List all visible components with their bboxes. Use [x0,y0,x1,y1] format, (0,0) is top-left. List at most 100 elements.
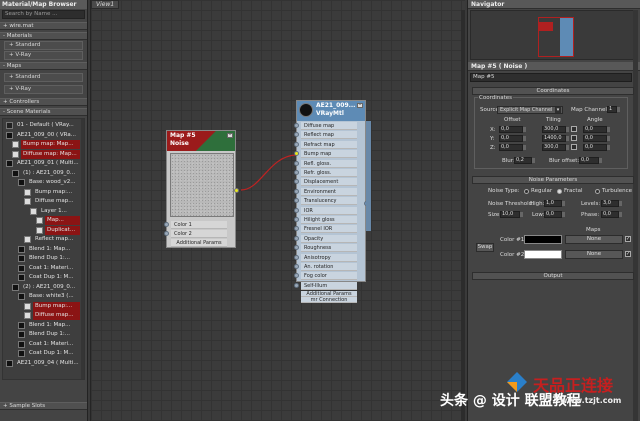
tree-item[interactable]: Bump map:... [3,301,84,312]
noise-color1-socket[interactable] [164,222,169,227]
tree-item[interactable]: 01 - Default ( VRay... [3,121,84,131]
scene-materials-rollout[interactable]: - Scene Materials [0,108,87,116]
tree-item[interactable]: (2) : AE21_009_0... [3,283,84,293]
materials-rollout[interactable]: - Materials [0,32,87,40]
vray-slot[interactable]: Bump map [301,150,357,159]
vray-slot-socket[interactable] [294,188,299,194]
vray-slot-socket[interactable] [294,282,299,288]
vray-slot-socket[interactable] [294,123,299,128]
tree-item[interactable]: Blend Dup 1:... [3,330,84,340]
vray-slot[interactable]: Fog color [301,272,357,281]
tiling-checkbox[interactable] [571,144,577,150]
vray-slot-socket[interactable] [294,160,299,166]
tree-item[interactable]: Coat 1: Materi... [3,264,84,274]
controllers-rollout[interactable]: + Controllers [0,98,87,106]
tree-item[interactable]: Diffuse map... [3,197,84,207]
node-view[interactable]: View1 Map #5 Noise – Color 1 Color 2 Add… [90,0,465,421]
vray-slot-socket[interactable] [294,207,299,213]
vray-slot-socket[interactable] [294,141,299,147]
params-scrollbar[interactable] [633,10,638,421]
materials-standard[interactable]: + Standard [4,41,83,50]
levels-spinner[interactable]: 3,0 [601,200,622,207]
vray-slot[interactable]: Diffuse map [301,122,357,130]
vray-slot[interactable]: An. rotation [301,263,357,271]
tiling-spinner[interactable]: 1400,0 [542,135,569,142]
noise-color2-socket[interactable] [164,231,169,236]
vray-slot[interactable]: Anisotropy [301,253,357,262]
sample-slots-rollout[interactable]: + Sample Slots [0,402,87,410]
color2-map-button[interactable]: None [565,250,623,259]
offset-spinner[interactable]: 0,0 [499,135,526,142]
vray-node-header[interactable]: AE21_009... VRayMtl [297,101,365,121]
vray-slot[interactable]: Refr. gloss. [301,169,357,177]
radio-regular[interactable] [524,189,529,194]
tree-item[interactable]: Duplicat... [3,225,84,236]
noise-additional-params[interactable]: Additional Params [171,239,227,247]
vray-slot-socket[interactable] [294,217,299,222]
blur-spinner[interactable]: 0,2 [514,157,535,164]
tree-item[interactable]: Blend Dup 1:... [3,254,84,264]
vray-material-node[interactable]: AE21_009... VRayMtl – Diffuse map Reflect… [294,100,371,304]
tree-item[interactable]: Coat Dup 1: M... [3,349,84,359]
wire-mat-rollout[interactable]: + wire.mat [0,22,87,30]
vray-slot-socket[interactable] [294,264,299,269]
materials-vray[interactable]: + V-Ray [4,51,83,60]
browser-search-input[interactable]: Search by Name ... [2,10,85,19]
noise-parameters-rollout[interactable]: Noise Parameters [472,176,634,184]
tree-item[interactable]: Bump map: Map... [3,140,84,150]
vray-slot-socket[interactable] [294,179,299,185]
color2-map-checkbox[interactable]: ✓ [625,251,631,257]
tree-item[interactable]: Blend 1: Map... [3,245,84,255]
vray-slot[interactable]: Reflect map [301,131,357,140]
scene-materials-tree[interactable]: 01 - Default ( VRay... AE21_009_00 ( VRa.… [2,118,85,380]
vray-slot[interactable]: Self-Illum [301,281,357,290]
vray-slot-socket[interactable] [294,132,299,138]
radio-fractal[interactable] [557,189,562,194]
angle-spinner[interactable]: 0,0 [583,135,610,142]
tree-item[interactable]: Base: white3 (... [3,292,84,302]
size-spinner[interactable]: 10,0 [500,211,523,218]
vray-slot[interactable]: IOR [301,206,357,215]
tree-item[interactable]: Diffuse map... [3,311,84,321]
tree-item[interactable]: Layer 1... [3,207,84,217]
offset-spinner[interactable]: 0,0 [499,144,526,151]
vray-slot-socket[interactable] [294,198,299,204]
color1-map-button[interactable]: None [565,235,623,244]
tiling-spinner[interactable]: 300,0 [542,126,569,133]
vray-slot-socket[interactable] [294,273,299,279]
vray-slot[interactable]: Opacity [301,234,357,243]
tree-item[interactable]: Map... [3,216,84,226]
tree-item[interactable]: Diffuse map: Map... [3,149,84,160]
map-name-field[interactable]: Map #5 [470,73,632,82]
maps-rollout[interactable]: - Maps [0,62,87,70]
vray-slot-socket[interactable] [294,170,299,175]
color1-swatch[interactable] [524,235,562,244]
vray-slot-socket[interactable] [294,235,299,241]
vray-slot[interactable]: Translucency [301,197,357,206]
vray-slot-socket[interactable] [294,151,299,157]
angle-spinner[interactable]: 0,0 [583,144,610,151]
tree-item[interactable]: Base: wood_v2... [3,178,84,188]
tree-item[interactable]: Coat Dup 1: M... [3,273,84,283]
high-spinner[interactable]: 1,0 [544,200,565,207]
offset-spinner[interactable]: 0,0 [499,126,526,133]
tree-item[interactable]: Blend 1: Map... [3,321,84,331]
vray-slot[interactable]: Refract map [301,140,357,149]
tree-item[interactable]: Coat 1: Materi... [3,340,84,350]
color2-swatch[interactable] [524,250,562,259]
noise-slot-color1[interactable]: Color 1 [171,221,227,229]
navigator-view[interactable] [470,10,638,60]
tiling-checkbox[interactable] [571,135,577,141]
tree-item[interactable]: Bump map:... [3,188,84,198]
vray-slot[interactable]: Refl. gloss. [301,159,357,168]
tree-item[interactable]: AE21_009_01 ( Multi... [3,159,84,169]
maps-standard[interactable]: + Standard [4,73,83,82]
vray-slot[interactable]: Environment [301,187,357,196]
noise-slot-color2[interactable]: Color 2 [171,230,227,238]
vray-node-collapse-button[interactable]: – [357,103,363,108]
tree-item[interactable]: AE21_009_04 ( Multi... [3,359,84,369]
phase-spinner[interactable]: 0,0 [601,211,622,218]
coordinates-rollout[interactable]: Coordinates [472,87,634,95]
vray-mr-connection[interactable]: mr Connection [301,297,357,304]
swap-button[interactable]: Swap [476,243,494,252]
